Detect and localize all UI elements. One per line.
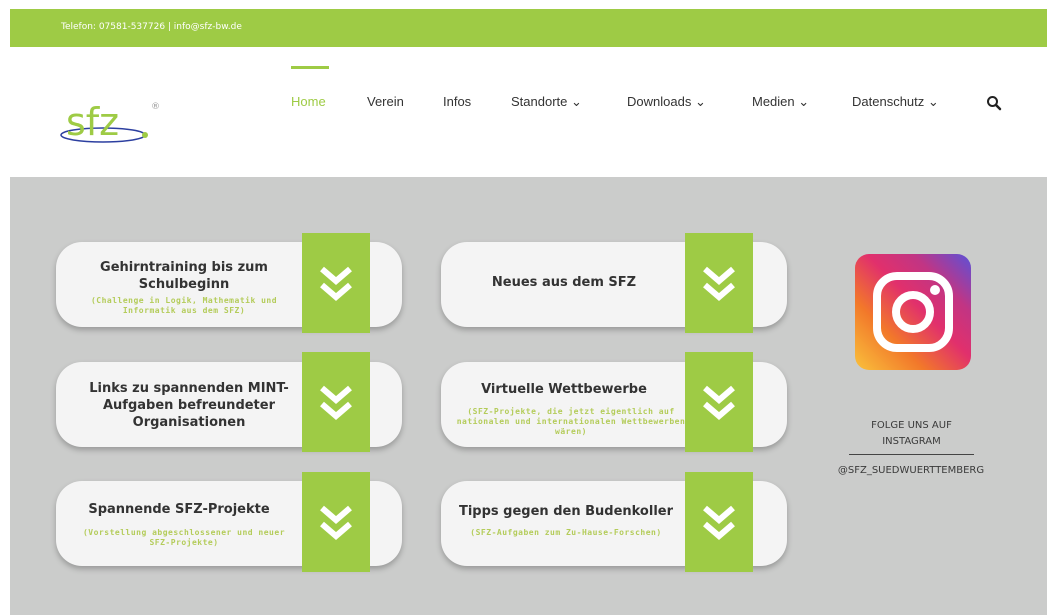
instagram-handle[interactable]: @SFZ_SUEDWUERTTEMBERG [811,465,1011,476]
nav-medien[interactable]: Medien ⌄ [752,94,809,114]
active-nav-indicator [291,66,329,69]
chevron-down-icon: ⌄ [798,94,810,109]
card-arrow-tab[interactable] [685,233,753,333]
contact-info[interactable]: Telefon: 07581-537726 | info@sfz-bw.de [61,22,242,32]
nav-verein[interactable]: Verein [367,94,404,114]
nav-downloads-label: Downloads [627,94,692,109]
nav-downloads[interactable]: Downloads ⌄ [627,94,706,114]
nav-infos[interactable]: Infos [443,94,471,114]
chevron-down-icon: ⌄ [927,94,939,109]
sfz-logo-icon: sfz ® [60,100,160,144]
card-arrow-tab[interactable] [302,472,370,572]
site-logo[interactable]: sfz ® [60,95,170,150]
chevron-down-icon: ⌄ [694,94,706,109]
instagram-follow-line2: INSTAGRAM [882,436,941,447]
double-chevron-down-icon [703,385,735,420]
double-chevron-down-icon [320,505,352,540]
chevron-down-icon: ⌄ [571,94,582,109]
card-arrow-tab[interactable] [302,233,370,333]
card-arrow-tab[interactable] [685,472,753,572]
divider [849,454,974,455]
nav-home[interactable]: Home [291,94,326,114]
nav-standorte-label: Standorte [511,94,568,109]
nav-datenschutz-label: Datenschutz [852,94,925,109]
nav-datenschutz[interactable]: Datenschutz ⌄ [852,94,939,114]
instagram-follow-line1: FOLGE UNS AUF [871,420,952,431]
card-arrow-tab[interactable] [685,352,753,452]
card-arrow-tab[interactable] [302,352,370,452]
double-chevron-down-icon [703,266,735,301]
svg-text:sfz: sfz [66,100,119,144]
nav-medien-label: Medien [752,94,795,109]
svg-text:®: ® [151,102,160,112]
double-chevron-down-icon [320,266,352,301]
double-chevron-down-icon [320,385,352,420]
search-icon[interactable] [986,95,1002,111]
top-contact-bar: Telefon: 07581-537726 | info@sfz-bw.de [10,9,1047,47]
instagram-icon[interactable] [855,254,971,370]
double-chevron-down-icon [703,505,735,540]
nav-standorte[interactable]: Standorte ⌄ [511,94,582,114]
